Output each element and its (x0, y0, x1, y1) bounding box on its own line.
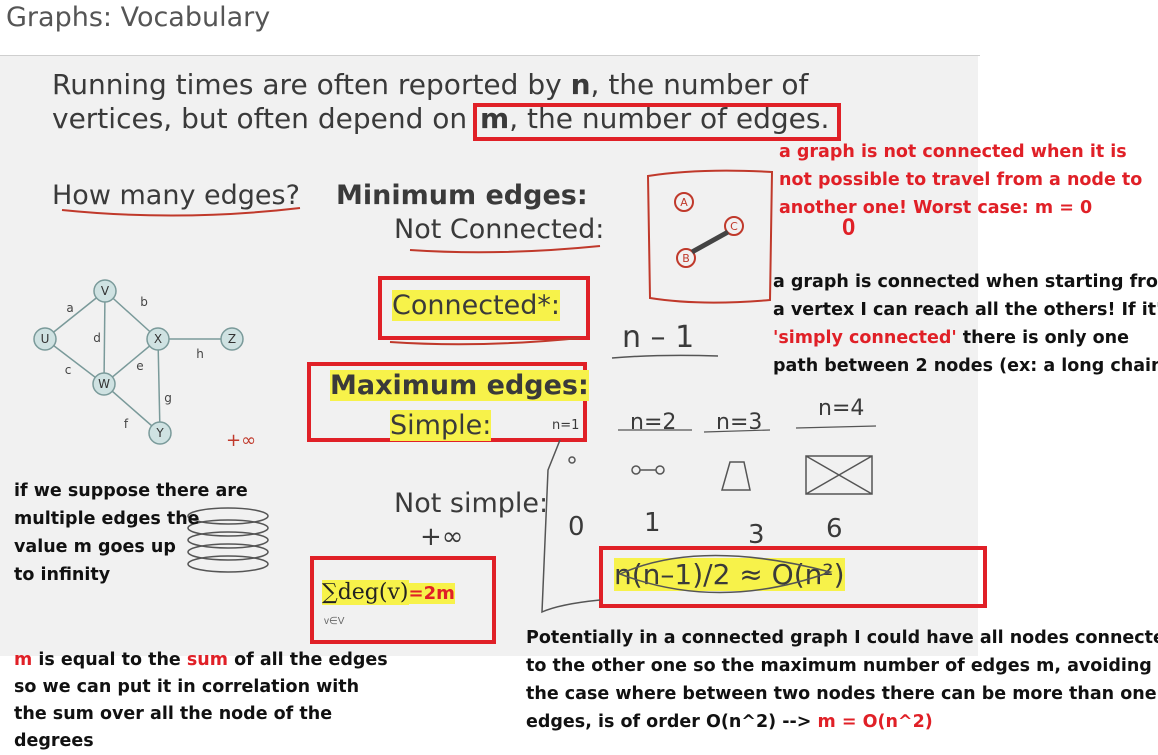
sketch-frame (646, 169, 774, 304)
note-sum: m is equal to the sum of all the edges s… (14, 647, 388, 755)
note-sum-pre: is equal to the (32, 650, 187, 670)
note-sum-line-2: so we can put it in correlation with (14, 677, 360, 697)
vertex-label-u: U (41, 332, 50, 346)
sketch-n1-node (568, 456, 576, 464)
edge-label-d: d (93, 331, 101, 345)
sketch-n2-node-b (655, 465, 665, 475)
note-max-line-3: the case where between two nodes there c… (526, 684, 1157, 704)
note-max-line-4: edges, is of order O(n^2) --> m = O(n^2) (526, 708, 1158, 736)
note-not-connected-line-2: not possible to travel from a node to (779, 170, 1143, 190)
note-max-line-2: to the other one so the maximum number o… (526, 656, 1152, 676)
edge-label-f: f (124, 417, 129, 431)
simple-graph-sketches (568, 455, 873, 594)
note-zero-circle: 0 (842, 214, 856, 241)
note-not-connected-line-3: another one! Worst case: m = 0 (779, 198, 1093, 218)
vertex-label-x: X (154, 332, 162, 346)
sketch-label-b: B (682, 252, 690, 265)
n-underlines (618, 425, 877, 433)
edge-label-c: c (65, 363, 72, 377)
formula-loop (618, 554, 833, 594)
vertex-label-y: Y (155, 426, 164, 440)
connected-underline (389, 337, 581, 346)
vertex-label-w: W (98, 377, 110, 391)
not-connected-underline (409, 245, 601, 254)
edge-g (157, 338, 161, 434)
sketch-n2-node-a (631, 465, 641, 475)
note-max-line-4-text: edges, is of order O(n^2) --> (526, 712, 818, 732)
note-sum-word: sum (186, 650, 228, 670)
note-simply-connected: 'simply connected' (773, 328, 957, 348)
sketch-n3 (721, 461, 751, 491)
note-max-result: m = O(n^2) (817, 712, 933, 732)
edge-label-h: h (196, 347, 204, 361)
note-sum-line-3: the sum over all the node of the (14, 704, 333, 724)
simple-bracket (541, 439, 601, 614)
note-sum-line-1: m is equal to the sum of all the edges (14, 647, 388, 674)
vertex-label-z: Z (228, 332, 236, 346)
edge-label-a: a (66, 301, 73, 315)
note-infinity-line-2: multiple edges the (14, 509, 200, 529)
note-infinity-line-1: if we suppose there are (14, 481, 248, 501)
edge-label-b: b (140, 295, 148, 309)
note-not-connected-line-1: a graph is not connected when it is (779, 142, 1127, 162)
sketch-label-c: C (730, 220, 738, 233)
note-sum-post: of all the edges (228, 650, 388, 670)
note-sum-line-4: degrees (14, 731, 94, 751)
answer-underline (611, 354, 719, 359)
sketch-edge (690, 229, 730, 255)
note-connected-line-4: path between 2 nodes (ex: a long chain) (773, 356, 1158, 376)
note-connected: a graph is connected when starting from … (773, 268, 1158, 380)
note-connected-line-3: 'simply connected' there is only one (773, 324, 1158, 352)
edge-d (103, 290, 106, 385)
note-infinity-line-4: to infinity (14, 565, 111, 585)
sketch-label-a: A (680, 196, 688, 209)
note-infinity-line-3: value m goes up (14, 537, 176, 557)
note-connected-line-2: a vertex I can reach all the others! If … (773, 300, 1158, 320)
note-max: Potentially in a connected graph I could… (526, 624, 1158, 736)
sketch-n4 (805, 455, 873, 495)
note-max-line-1: Potentially in a connected graph I could… (526, 628, 1158, 648)
edge-label-g: g (164, 391, 172, 405)
note-connected-line-1: a graph is connected when starting from (773, 272, 1158, 292)
question-underline (61, 207, 301, 217)
note-connected-line-3-text: there is only one (956, 328, 1129, 348)
note-sum-m: m (14, 650, 33, 670)
vertex-label-v: V (101, 284, 110, 298)
note-infinity: if we suppose there are multiple edges t… (14, 477, 248, 589)
note-not-connected: a graph is not connected when it is not … (779, 138, 1142, 222)
disconnected-sketch (646, 169, 774, 304)
edge-label-e: e (136, 359, 143, 373)
